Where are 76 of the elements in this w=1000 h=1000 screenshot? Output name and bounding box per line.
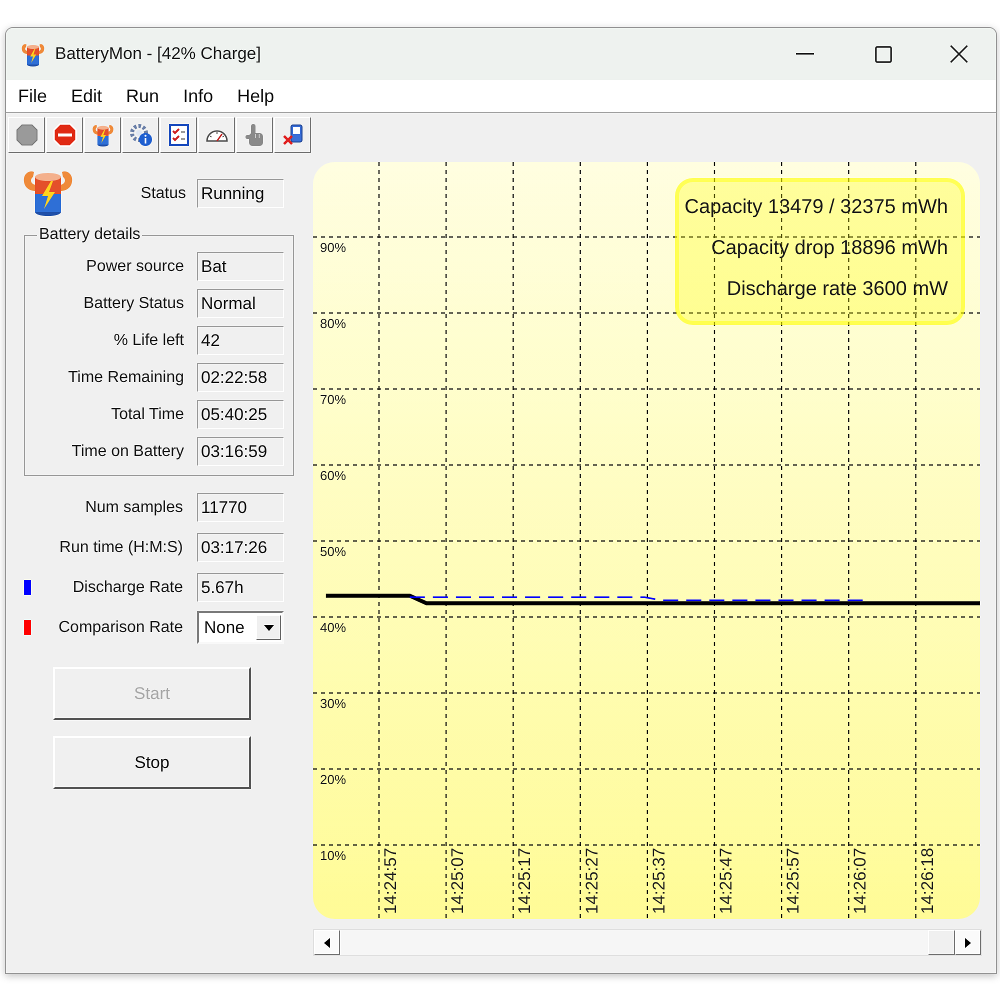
axis-label: 14:25:37 — [649, 848, 668, 914]
left-arrow-icon — [324, 938, 330, 948]
readout-field: 05:40:25 — [197, 400, 284, 429]
toolbar-button[interactable] — [160, 117, 197, 153]
device-icon — [280, 123, 304, 147]
axis-label: 14:25:47 — [716, 848, 736, 914]
field-label: Battery Status — [84, 294, 184, 314]
scroll-left-button[interactable] — [314, 930, 340, 955]
axis-label: 14:26:07 — [850, 848, 870, 914]
info-text: Discharge rate 3600 mW — [726, 277, 948, 302]
axis-label: 14:24:57 — [381, 848, 400, 914]
field-label: Power source — [86, 256, 184, 276]
field-label: Time on Battery — [72, 442, 184, 462]
group-title: Battery details — [38, 226, 142, 244]
menu-item[interactable]: Run — [114, 82, 172, 110]
axis-label: 14:25:57 — [784, 848, 803, 914]
stop-button[interactable]: Stop — [53, 736, 251, 789]
readout-field: Normal — [197, 289, 284, 318]
gear-icon — [128, 123, 152, 147]
comparison-dropdown[interactable]: None — [197, 611, 284, 644]
menu-item[interactable]: Info — [171, 82, 226, 110]
axis-label: 50% — [320, 544, 346, 559]
toolbar-button[interactable] — [46, 117, 83, 153]
readout-field: Running — [197, 179, 284, 208]
axis-label: 80% — [320, 316, 346, 331]
axis-label: 14:25:27 — [582, 848, 602, 914]
readout-field: 03:17:26 — [197, 533, 284, 562]
menu-item[interactable]: Help — [225, 82, 286, 110]
scroll-right-button[interactable] — [955, 930, 981, 955]
battery-icon — [90, 123, 114, 147]
axis-label: 20% — [320, 772, 346, 787]
info-text: Capacity drop 18896 mWh — [711, 236, 948, 261]
horizontal-scrollbar[interactable] — [313, 929, 982, 956]
field-label: Status — [140, 184, 186, 204]
toolbar-button[interactable] — [84, 117, 121, 153]
field-label: Num samples — [85, 498, 183, 518]
axis-label: 10% — [320, 848, 346, 863]
field-label: Discharge Rate — [72, 578, 183, 598]
field-label: Time Remaining — [68, 368, 184, 388]
field-label: Run time (H:M:S) — [59, 538, 183, 558]
toolbar-button[interactable] — [8, 117, 45, 153]
readout-field: 42 — [197, 326, 284, 355]
window-title: BatteryMon - [42% Charge] — [55, 43, 261, 66]
minimize-icon — [796, 53, 814, 55]
readout-field: Bat — [197, 252, 284, 281]
scroll-thumb[interactable] — [928, 930, 955, 955]
toolbar-button[interactable] — [122, 117, 159, 153]
axis-label: 30% — [320, 696, 346, 711]
field-label: Total Time — [111, 404, 184, 424]
axis-label: 14:26:18 — [918, 848, 937, 914]
axis-label: 14:25:07 — [448, 848, 468, 914]
axis-label: 90% — [320, 240, 346, 255]
info-text: Capacity 13479 / 32375 mWh — [684, 195, 948, 220]
field-label: % Life left — [114, 330, 184, 350]
axis-label: 60% — [320, 468, 346, 483]
battery-icon — [20, 42, 46, 66]
right-arrow-icon — [965, 938, 971, 948]
axis-label: 40% — [320, 620, 346, 635]
close-icon — [950, 45, 968, 63]
toolbar-button[interactable] — [236, 117, 273, 153]
readout-field: 11770 — [197, 493, 284, 522]
stop-sign-icon — [52, 123, 76, 147]
menu-item[interactable]: File — [6, 82, 60, 110]
readout-field: 02:22:58 — [197, 363, 284, 392]
axis-label: 70% — [320, 392, 346, 407]
axis-label: 14:25:17 — [515, 848, 534, 914]
toolbar-button[interactable] — [274, 117, 311, 153]
toolbar-button[interactable] — [198, 117, 235, 153]
field-label: Comparison Rate — [58, 618, 183, 638]
checklist-icon — [166, 123, 190, 147]
readout-field: 5.67h — [197, 573, 284, 602]
octagon-icon — [14, 123, 38, 147]
maximize-icon — [874, 46, 892, 62]
menu-item[interactable]: Edit — [59, 82, 114, 110]
readout-field: 03:16:59 — [197, 437, 284, 466]
caret-icon — [256, 615, 281, 640]
